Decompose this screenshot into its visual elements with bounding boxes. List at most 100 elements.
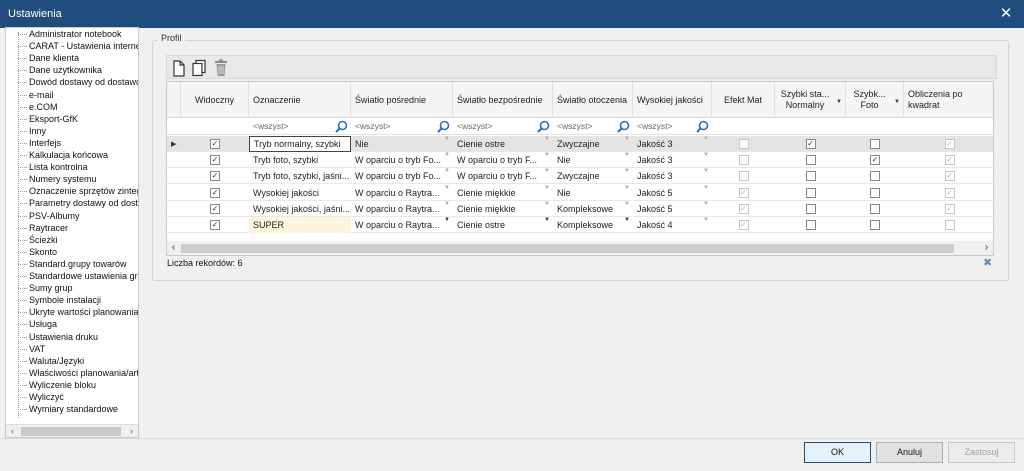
tree-item[interactable]: Eksport-GfK [14, 113, 78, 125]
column-header[interactable]: Obliczenia po kwadrat [904, 82, 993, 118]
fast-normal-checkbox[interactable] [805, 187, 816, 198]
filter-input[interactable]: <wszyst> [453, 118, 537, 135]
tree-item[interactable]: Parametry dostawy od dostaw [14, 197, 138, 209]
hq-cell[interactable]: Jakość 3 [633, 168, 702, 184]
ok-button[interactable]: OK [804, 442, 871, 463]
column-header[interactable]: Światło bezpośrednie [453, 82, 553, 118]
column-header[interactable]: Oznaczenie [249, 82, 351, 118]
search-icon[interactable] [696, 120, 709, 133]
visible-checkbox[interactable]: ✓ [210, 187, 220, 198]
scrollbar-thumb[interactable] [21, 427, 121, 436]
name-cell[interactable]: SUPER [249, 217, 351, 233]
search-icon[interactable] [437, 120, 450, 133]
mat-checkbox[interactable] [738, 155, 749, 166]
name-cell[interactable]: Tryb foto, szybki, jaśni... [249, 168, 351, 184]
hq-cell[interactable]: Jakość 3 [633, 152, 702, 168]
column-header[interactable]: Efekt Mat [712, 82, 775, 118]
indirect-cell[interactable]: W oparciu o Raytra... [351, 201, 443, 217]
fast-photo-checkbox[interactable] [870, 139, 880, 149]
fast-photo-checkbox[interactable] [870, 220, 880, 230]
indirect-cell[interactable]: W oparciu o tryb Fo... [351, 152, 443, 168]
tree-item[interactable]: Inny [14, 125, 46, 137]
ambient-cell[interactable]: Zwyczajne [553, 168, 623, 184]
tree-item[interactable]: Oznaczenie sprzętów zintegrow [14, 185, 138, 197]
clear-filter-icon[interactable]: ✖ [983, 257, 992, 269]
fast-normal-checkbox[interactable] [805, 203, 816, 214]
tree-horizontal-scrollbar[interactable]: ‹ › [6, 424, 138, 437]
ambient-cell[interactable]: Kompleksowe [553, 201, 623, 217]
fast-photo-checkbox[interactable]: ✓ [870, 155, 880, 166]
mat-checkbox[interactable]: ✓ [738, 220, 749, 230]
column-header[interactable]: Widoczny [181, 82, 249, 118]
name-cell[interactable]: Tryb normalny, szybki [249, 136, 351, 152]
direct-cell[interactable]: Cienie ostre [453, 136, 543, 152]
filter-input[interactable]: <wszyst> [249, 118, 335, 135]
ambient-cell[interactable]: Zwyczajne [553, 136, 623, 152]
visible-checkbox[interactable]: ✓ [210, 203, 220, 214]
fast-photo-checkbox[interactable] [870, 187, 880, 198]
mat-checkbox[interactable] [738, 171, 749, 182]
tree-item[interactable]: Symbole instalacji [14, 294, 101, 306]
copy-record-icon[interactable] [191, 59, 207, 77]
tree-item[interactable]: Wymiary standardowe [14, 403, 118, 415]
direct-cell[interactable]: W oparciu o tryb F... [453, 152, 543, 168]
scroll-right-icon[interactable]: › [125, 425, 138, 437]
fast-normal-checkbox[interactable] [805, 155, 816, 166]
visible-checkbox[interactable]: ✓ [210, 155, 220, 166]
fast-normal-checkbox[interactable] [805, 171, 816, 182]
tree-item[interactable]: Interfejs [14, 137, 61, 149]
calc-checkbox[interactable]: ✓ [944, 155, 955, 166]
tree-item[interactable]: Lista kontrolna [14, 161, 88, 173]
tree-item[interactable]: CARAT - Ustawienia internetu [14, 40, 138, 52]
hq-cell[interactable]: Jakość 5 [633, 185, 702, 201]
delete-record-icon[interactable] [213, 59, 229, 77]
tree-item[interactable]: Numery systemu [14, 173, 97, 185]
tree-item[interactable]: PSV-Albumy [14, 210, 80, 222]
indirect-cell[interactable]: W oparciu o Raytra... [351, 217, 443, 233]
grid-horizontal-scrollbar[interactable]: ‹ › [167, 241, 993, 255]
table-row[interactable]: ✓ Wysokiej jakości, jaśni... W oparciu o R… [167, 201, 993, 217]
tree-item[interactable]: Właściwości planowania/arty [14, 367, 138, 379]
tree-item[interactable]: Kalkulacja końcowa [14, 149, 108, 161]
hq-cell[interactable]: Jakość 4 [633, 217, 702, 233]
direct-cell[interactable]: Cienie ostre [453, 217, 543, 233]
scroll-right-icon[interactable]: › [980, 241, 993, 255]
search-icon[interactable] [335, 120, 348, 133]
column-header[interactable]: Światło otoczenia [553, 82, 633, 118]
cancel-button[interactable]: Anuluj [876, 442, 943, 463]
indirect-cell[interactable]: W oparciu o Raytra... [351, 185, 443, 201]
column-dropdown-icon[interactable]: ▼ [894, 97, 900, 108]
tree-item[interactable]: Ukryte wartości planowania [14, 306, 138, 318]
filter-input[interactable]: <wszyst> [633, 118, 696, 135]
hq-cell[interactable]: Jakość 3 [633, 136, 702, 152]
mat-checkbox[interactable]: ✓ [738, 203, 749, 214]
search-icon[interactable] [617, 120, 630, 133]
calc-checkbox[interactable]: ✓ [944, 139, 955, 149]
calc-checkbox[interactable]: ✓ [944, 171, 955, 182]
tree-item[interactable]: VAT [14, 343, 45, 355]
search-icon[interactable] [537, 120, 550, 133]
tree-item[interactable]: Wyliczyć [14, 391, 64, 403]
fast-normal-checkbox[interactable]: ✓ [805, 139, 816, 149]
tree-item[interactable]: Ścieżki [14, 234, 58, 246]
tree-item[interactable]: Ustawienia druku [14, 331, 98, 343]
ambient-cell[interactable]: Nie [553, 185, 623, 201]
apply-button[interactable]: Zastosuj [948, 442, 1015, 463]
calc-checkbox[interactable] [944, 220, 955, 230]
tree-item[interactable]: Sumy grup [14, 282, 73, 294]
name-cell[interactable]: Tryb foto, szybki [249, 152, 351, 168]
column-header[interactable]: Wysokiej jakości [633, 82, 712, 118]
ambient-cell[interactable]: Nie [553, 152, 623, 168]
tree-item[interactable]: Dane użytkownika [14, 64, 102, 76]
new-record-icon[interactable] [170, 59, 186, 77]
table-row[interactable]: ✓ SUPER W oparciu o Raytra... ▼ Cienie ostre… [167, 217, 993, 233]
scroll-left-icon[interactable]: ‹ [6, 425, 19, 437]
tree-item[interactable]: Standard.grupy towarów [14, 258, 127, 270]
hq-cell[interactable]: Jakość 5 [633, 201, 702, 217]
table-row[interactable]: ▶ ✓ Tryb normalny, szybki Nie ▼ Cienie ostre ▼… [167, 136, 993, 152]
indirect-cell[interactable]: Nie [351, 136, 443, 152]
tree-item[interactable]: Administrator notebook [14, 28, 122, 40]
filter-input[interactable]: <wszyst> [351, 118, 437, 135]
close-icon[interactable]: ✕ [996, 4, 1016, 24]
tree-item[interactable]: Usługa [14, 318, 57, 330]
